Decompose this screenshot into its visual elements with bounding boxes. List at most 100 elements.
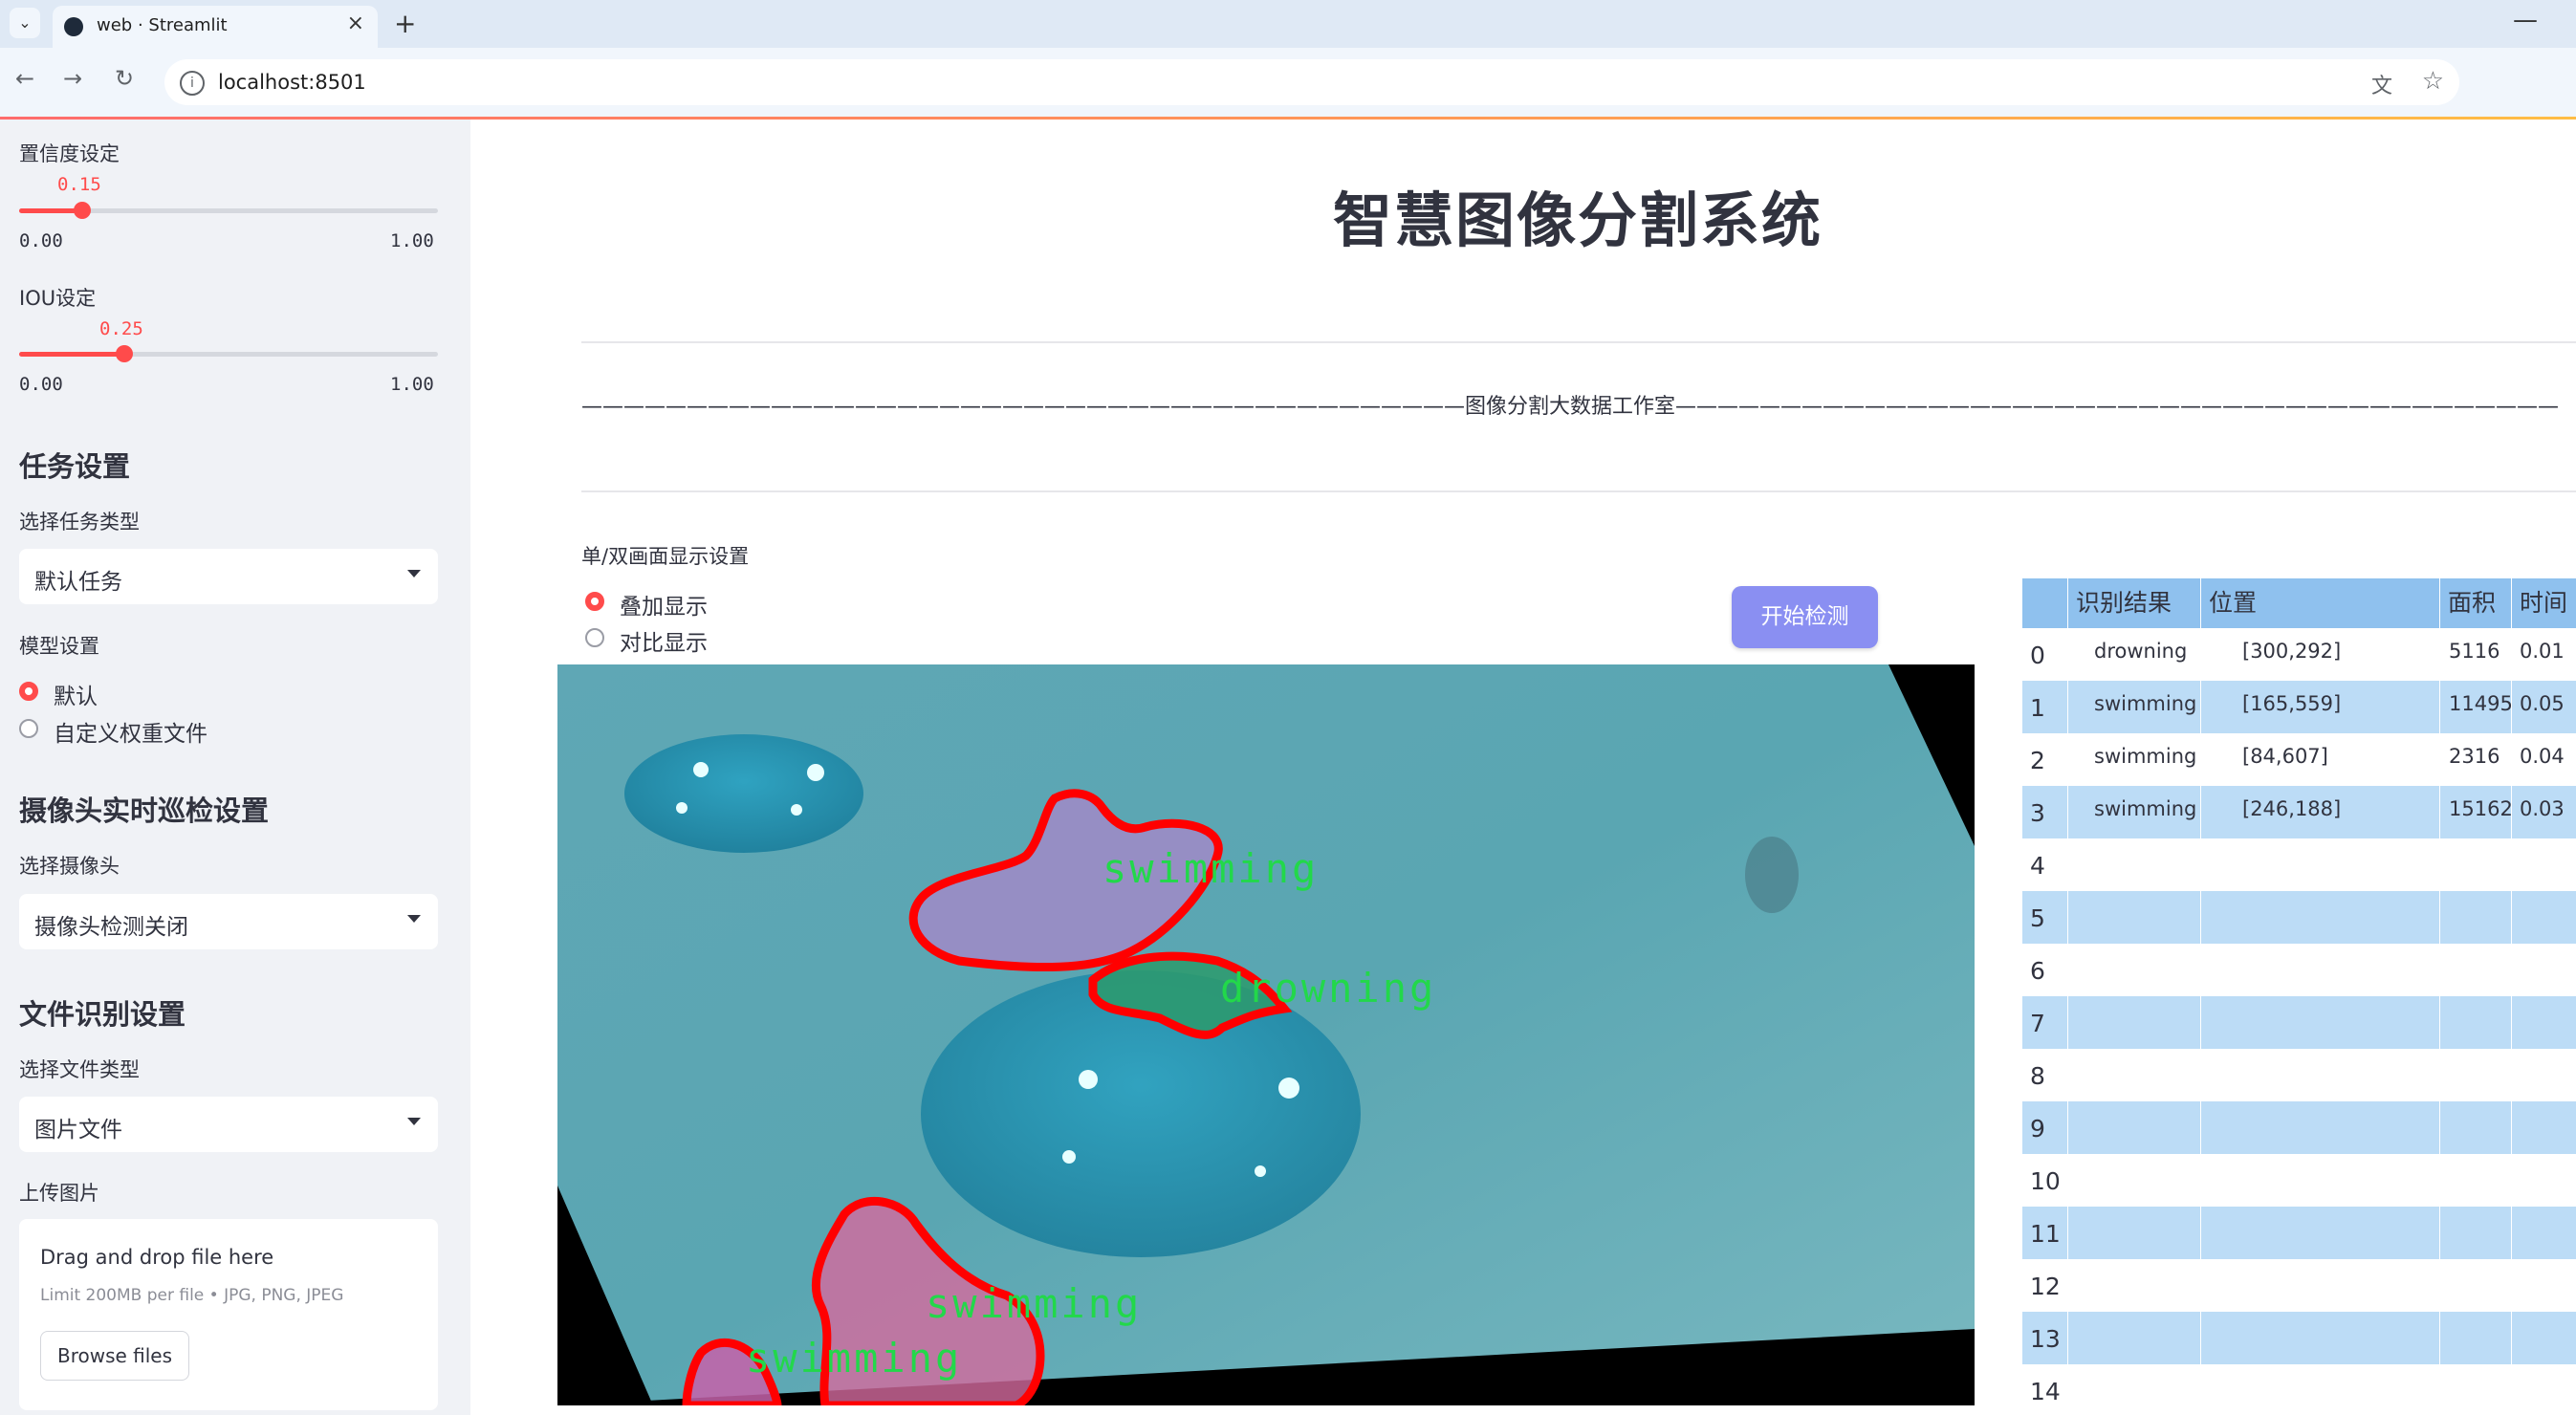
url-text[interactable]: localhost:8501 [218,71,366,94]
column-header-position[interactable]: 位置 [2209,578,2257,628]
table-row[interactable]: 0 drowning [300,292] 5116 0.01 [2022,628,2576,681]
file-settings-heading: 文件识别设置 [19,998,186,1031]
reload-icon[interactable]: ↻ [115,65,134,92]
confidence-max: 1.00 [390,230,434,251]
table-row[interactable]: 1 swimming [165,559] 11495 0.05 [2022,681,2576,733]
browser-tab[interactable]: web · Streamlit × [53,6,378,48]
streamlit-favicon-icon [64,17,83,36]
confidence-value: 0.15 [57,174,101,195]
chevron-down-icon [407,570,421,577]
radio-selected-icon[interactable] [19,682,38,701]
detection-label: swimming [926,1280,1142,1327]
confidence-slider[interactable] [19,202,438,219]
row-area: 15162 [2449,797,2513,820]
row-position: [165,559] [2242,692,2342,715]
divider [581,490,2576,492]
forward-arrow-icon[interactable]: → [63,65,82,92]
back-arrow-icon[interactable]: ← [15,65,34,92]
row-time: 0.03 [2520,797,2565,820]
new-tab-plus-icon[interactable]: + [394,8,416,39]
radio-selected-icon[interactable] [585,592,604,611]
table-row[interactable]: 7 [2022,996,2576,1049]
radio-unselected-icon[interactable] [19,719,38,738]
file-type-selected: 图片文件 [34,1118,122,1143]
dropzone-title: Drag and drop file here [40,1246,274,1269]
row-index: 8 [2030,1062,2045,1090]
iou-value: 0.25 [99,318,143,339]
column-divider [2439,578,2440,1415]
column-divider [2067,578,2068,1415]
table-row[interactable]: 14 [2022,1364,2576,1415]
file-dropzone[interactable]: Drag and drop file here Limit 200MB per … [19,1219,438,1410]
row-index: 12 [2030,1273,2061,1300]
model-settings-label: 模型设置 [19,635,99,658]
row-index: 13 [2030,1325,2061,1353]
table-row[interactable]: 6 [2022,944,2576,996]
iou-label: IOU设定 [19,287,97,310]
column-header-area[interactable]: 面积 [2448,578,2496,628]
display-option-overlay: 叠加显示 [620,595,708,620]
row-index: 9 [2030,1115,2045,1143]
table-row[interactable]: 3 swimming [246,188] 15162 0.03 [2022,786,2576,838]
row-time: 0.04 [2520,745,2565,768]
task-type-selected: 默认任务 [34,570,122,595]
row-time: 0.05 [2520,692,2565,715]
column-header-time[interactable]: 时间 [2520,578,2567,628]
table-row[interactable]: 9 [2022,1101,2576,1154]
row-result: swimming [2094,745,2197,768]
site-info-icon[interactable]: i [180,71,205,96]
confidence-slider-thumb[interactable] [73,202,91,219]
row-index: 0 [2030,642,2045,669]
segmentation-result-image: swimming drowning swimming swimming [557,664,1975,1405]
confidence-min: 0.00 [19,230,63,251]
table-header: 识别结果 位置 面积 时间 [2022,578,2576,628]
results-table[interactable]: 识别结果 位置 面积 时间 0 drowning [300,292] 5116 0.01… [2022,578,2576,1415]
row-result: swimming [2094,692,2197,715]
model-option-default: 默认 [54,685,98,709]
radio-unselected-icon[interactable] [585,628,604,647]
row-time: 0.01 [2520,640,2565,663]
table-row[interactable]: 5 [2022,891,2576,944]
minimize-window-icon[interactable]: — [2513,6,2538,34]
iou-slider-thumb[interactable] [115,345,133,362]
browse-files-button[interactable]: Browse files [40,1331,189,1381]
studio-banner: ————————————————————————————————————————… [581,395,2560,419]
tab-search-chevron-icon[interactable]: ⌄ [10,8,40,38]
chevron-down-icon [407,915,421,923]
row-area: 11495 [2449,692,2513,715]
camera-select[interactable]: 摄像头检测关闭 [19,894,438,949]
table-row[interactable]: 11 [2022,1207,2576,1259]
row-position: [300,292] [2242,640,2342,663]
row-index: 3 [2030,799,2045,827]
iou-slider-fill [19,352,124,357]
table-row[interactable]: 4 [2022,838,2576,891]
table-row[interactable]: 10 [2022,1154,2576,1207]
column-header-result[interactable]: 识别结果 [2076,578,2172,628]
row-position: [246,188] [2242,797,2342,820]
close-tab-icon[interactable]: × [347,11,364,35]
page-title: 智慧图像分割系统 [1332,185,1823,255]
row-index: 6 [2030,957,2045,985]
translate-icon[interactable]: 文 [2371,69,2392,99]
task-type-select[interactable]: 默认任务 [19,549,438,604]
iou-slider[interactable] [19,345,438,362]
divider [581,341,2576,343]
bookmark-star-icon[interactable]: ☆ [2422,67,2444,96]
address-bar[interactable]: i localhost:8501 文 ☆ [164,59,2459,105]
iou-min: 0.00 [19,374,63,395]
row-index: 10 [2030,1167,2061,1195]
table-row[interactable]: 13 [2022,1312,2576,1364]
table-row[interactable]: 2 swimming [84,607] 2316 0.04 [2022,733,2576,786]
table-row[interactable]: 8 [2022,1049,2576,1101]
browser-tab-strip: ⌄ web · Streamlit × + — [0,0,2576,48]
row-index: 1 [2030,694,2045,722]
display-option-compare: 对比显示 [620,631,708,656]
file-type-select[interactable]: 图片文件 [19,1097,438,1152]
confidence-slider-fill [19,208,82,213]
table-row[interactable]: 12 [2022,1259,2576,1312]
camera-selected: 摄像头检测关闭 [34,915,188,940]
start-detection-button[interactable]: 开始检测 [1732,586,1878,648]
tab-title: web · Streamlit [97,15,228,35]
column-divider [2200,578,2201,1415]
camera-select-label: 选择摄像头 [19,855,120,878]
